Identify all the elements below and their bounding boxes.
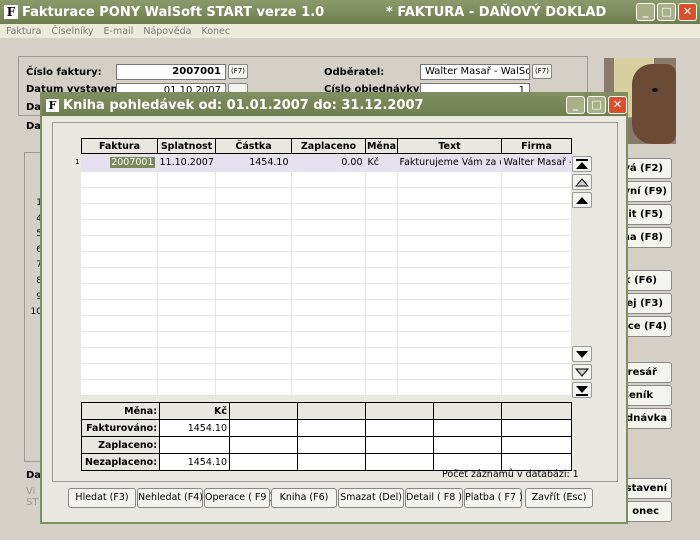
document-title: * FAKTURA - DAŇOVÝ DOKLAD bbox=[386, 4, 607, 20]
down-arrow-outline-icon bbox=[574, 368, 590, 377]
column-header-zaplaceno[interactable]: Zaplaceno bbox=[291, 138, 366, 154]
scroll-up-button[interactable] bbox=[572, 192, 592, 208]
dialog-title: Kniha pohledávek od: 01.01.2007 do: 31.1… bbox=[63, 97, 424, 113]
table-row[interactable] bbox=[81, 347, 572, 364]
table-row[interactable] bbox=[81, 363, 572, 380]
vi-label: Vi bbox=[26, 486, 36, 497]
summary-zaplaceno-label: Zaplaceno: bbox=[81, 436, 160, 454]
cell-zaplaceno[interactable]: 0.00 bbox=[291, 155, 366, 172]
table-row[interactable] bbox=[81, 315, 572, 332]
column-header-firma[interactable]: Firma bbox=[501, 138, 572, 154]
table-row[interactable] bbox=[81, 283, 572, 300]
hledat-button[interactable]: Hledat (F3) bbox=[68, 488, 136, 508]
menu-ciselniky[interactable]: Číselníky bbox=[51, 26, 93, 37]
smazat-button[interactable]: Smazat (Del) bbox=[338, 488, 404, 508]
grid-header: Faktura Splatnost Částka Zaplaceno Měna … bbox=[81, 138, 572, 154]
scroll-page-down-button[interactable] bbox=[572, 364, 592, 380]
menu-email[interactable]: E-mail bbox=[104, 26, 134, 37]
st-label: ST bbox=[26, 497, 39, 508]
da-label-2: Da bbox=[26, 121, 42, 132]
da-label-1: Da bbox=[26, 102, 42, 113]
nehledat-button[interactable]: Nehledat (F4) bbox=[137, 488, 203, 508]
column-header-text[interactable]: Text bbox=[397, 138, 502, 154]
menu-bar: Faktura Číselníky E-mail Nápověda Konec bbox=[0, 24, 700, 38]
double-down-arrow-icon bbox=[576, 386, 588, 396]
column-header-mena[interactable]: Měna bbox=[365, 138, 398, 154]
table-row[interactable] bbox=[81, 251, 572, 268]
invoice-number-label: Číslo faktury: bbox=[26, 67, 102, 78]
close-button[interactable]: ✕ bbox=[678, 3, 697, 21]
summary-fakturovano-value: 1454.10 bbox=[159, 419, 230, 437]
summary-mena-label: Měna: bbox=[81, 402, 160, 420]
platba-button[interactable]: Platba ( F7 ) bbox=[464, 488, 523, 508]
menu-konec[interactable]: Konec bbox=[201, 26, 230, 37]
record-count: Počet záznamů v databázi: 1 bbox=[442, 469, 579, 480]
da-label-3: Da bbox=[26, 470, 42, 481]
main-titlebar: F Fakturace PONY WalSoft START verze 1.0… bbox=[0, 0, 700, 24]
horse-head bbox=[632, 64, 676, 144]
horse-eye bbox=[652, 88, 658, 92]
up-arrow-outline-icon bbox=[574, 178, 590, 187]
table-row[interactable] bbox=[81, 187, 572, 204]
invoice-number-f7-button[interactable]: (F7) bbox=[228, 64, 248, 79]
kniha-button[interactable]: Kniha (F6) bbox=[271, 488, 337, 508]
table-row[interactable] bbox=[81, 235, 572, 252]
summary-table: Měna: Kč Fakturováno: 1454.10 Zaplaceno:… bbox=[81, 402, 572, 471]
scroll-top-button[interactable] bbox=[572, 156, 592, 172]
odberatel-field[interactable]: Walter Masař - WalSoft - bbox=[420, 64, 530, 80]
cell-firma[interactable]: Walter Masař - bbox=[501, 155, 572, 172]
table-row[interactable] bbox=[81, 299, 572, 316]
up-arrow-icon bbox=[576, 197, 588, 204]
summary-fakturovano-label: Fakturováno: bbox=[81, 419, 160, 437]
scroll-down-button[interactable] bbox=[572, 346, 592, 362]
dialog-logo-icon: F bbox=[46, 98, 59, 112]
down-arrow-icon bbox=[576, 351, 588, 358]
column-header-castka[interactable]: Částka bbox=[215, 138, 292, 154]
cell-splatnost[interactable]: 11.10.2007 bbox=[157, 155, 216, 172]
odberatel-label: Odběratel: bbox=[324, 67, 385, 78]
app-title: Fakturace PONY WalSoft START verze 1.0 bbox=[22, 4, 325, 20]
scroll-page-up-button[interactable] bbox=[572, 174, 592, 190]
operace-button[interactable]: Operace ( F9 ) bbox=[204, 488, 273, 508]
order-number-label: Číslo objednávky: bbox=[324, 84, 424, 92]
summary-zaplaceno-value bbox=[159, 436, 230, 454]
zavrit-button[interactable]: Zavřít (Esc) bbox=[525, 488, 593, 508]
table-row[interactable] bbox=[81, 219, 572, 236]
dialog-titlebar: F Kniha pohledávek od: 01.01.2007 do: 31… bbox=[42, 94, 626, 116]
table-row[interactable] bbox=[81, 171, 572, 188]
summary-mena-value: Kč bbox=[159, 402, 230, 420]
odberatel-f7-button[interactable]: (F7) bbox=[532, 64, 552, 79]
column-header-splatnost[interactable]: Splatnost bbox=[157, 138, 216, 154]
double-up-arrow-icon bbox=[576, 159, 588, 169]
grid-body: 2007001 11.10.2007 1454.10 0.00 Kč Faktu… bbox=[81, 155, 572, 396]
summary-nezaplaceno-value: 1454.10 bbox=[159, 453, 230, 471]
table-row[interactable]: 2007001 11.10.2007 1454.10 0.00 Kč Faktu… bbox=[81, 155, 572, 172]
dialog-maximize-button[interactable]: □ bbox=[587, 96, 606, 114]
summary-nezaplaceno-label: Nezaplaceno: bbox=[81, 453, 160, 471]
table-row[interactable] bbox=[81, 267, 572, 284]
scroll-bottom-button[interactable] bbox=[572, 382, 592, 398]
maximize-button[interactable]: □ bbox=[657, 3, 676, 21]
cell-mena[interactable]: Kč bbox=[365, 155, 398, 172]
menu-faktura[interactable]: Faktura bbox=[6, 26, 41, 37]
cell-castka[interactable]: 1454.10 bbox=[215, 155, 292, 172]
dialog-minimize-button[interactable]: _ bbox=[566, 96, 585, 114]
table-row[interactable] bbox=[81, 203, 572, 220]
row-number: 1 bbox=[75, 158, 80, 166]
detail-button[interactable]: Detail ( F8 ) bbox=[405, 488, 463, 508]
column-header-faktura[interactable]: Faktura bbox=[81, 138, 158, 154]
menu-napoveda[interactable]: Nápověda bbox=[143, 26, 191, 37]
receivables-dialog: F Kniha pohledávek od: 01.01.2007 do: 31… bbox=[40, 92, 628, 524]
table-row[interactable] bbox=[81, 379, 572, 396]
invoice-number-field[interactable]: 2007001 bbox=[116, 64, 226, 80]
dialog-close-button[interactable]: ✕ bbox=[608, 96, 627, 114]
cell-text[interactable]: Fakturujeme Vám za do bbox=[397, 155, 502, 172]
table-row[interactable] bbox=[81, 331, 572, 348]
app-logo-icon: F bbox=[4, 5, 18, 19]
minimize-button[interactable]: _ bbox=[636, 3, 655, 21]
issue-date-label: Datum vystavení: bbox=[26, 84, 126, 92]
cell-faktura: 2007001 bbox=[110, 157, 155, 169]
